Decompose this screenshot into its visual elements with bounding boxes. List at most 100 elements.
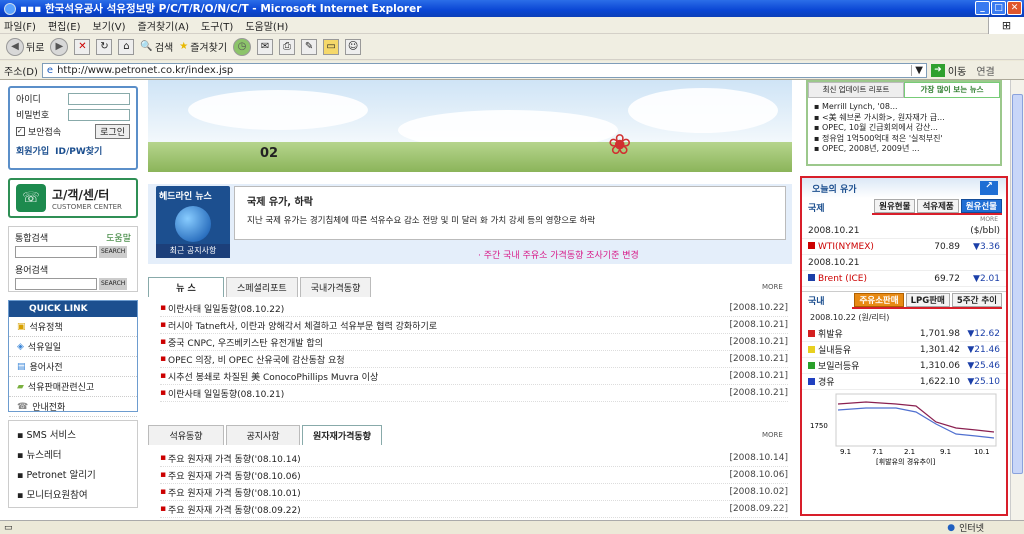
search-label-total: 통합검색 bbox=[15, 234, 49, 244]
dropdown-icon[interactable]: ▼ bbox=[911, 64, 926, 76]
tab-special-report[interactable]: 스페셜리포트 bbox=[226, 277, 298, 297]
headline-card[interactable]: 국제 유가, 하락 지난 국제 유가는 경기침체에 따른 석유수요 감소 전망 … bbox=[234, 186, 786, 240]
menu-bar: 파일(F) 편집(E) 보기(V) 즐겨찾기(A) 도구(T) 도움말(H) bbox=[0, 17, 1024, 34]
news-more-link[interactable]: MORE bbox=[762, 283, 783, 291]
stop-icon[interactable]: ✕ bbox=[74, 38, 91, 55]
list-item[interactable]: ▪ <美 쉐브론 가시화>, 원자재가 급... bbox=[814, 113, 994, 124]
menu-tools[interactable]: 도구(T) bbox=[201, 18, 233, 33]
favorites-button[interactable]: ★ 즐겨찾기 bbox=[179, 39, 227, 54]
history-icon[interactable]: ◷ bbox=[233, 37, 252, 56]
quick-item[interactable]: ☎ 안내전화 bbox=[9, 397, 137, 417]
vertical-scrollbar[interactable] bbox=[1010, 80, 1024, 520]
menu-help[interactable]: 도움말(H) bbox=[245, 18, 288, 33]
login-button[interactable]: 로그인 bbox=[95, 124, 130, 139]
find-id-link[interactable]: ID/PW찾기 bbox=[55, 144, 102, 157]
list-item[interactable]: ▪ 주요 원자재 가격 동향('08.10.14) [2008.10.14] bbox=[160, 450, 788, 467]
tab-raw-material[interactable]: 원자재가격동향 bbox=[302, 425, 382, 445]
print-icon[interactable]: ⎙ bbox=[279, 38, 296, 55]
swatch-diesel bbox=[808, 378, 815, 385]
search-button[interactable]: 🔍 검색 bbox=[140, 39, 173, 54]
service-link[interactable]: ▪ SMS 서비스 bbox=[17, 427, 129, 441]
list-item[interactable]: ▪ OPEC, 2008년, 2009년 ... bbox=[814, 144, 994, 155]
tab-news[interactable]: 뉴 스 bbox=[148, 277, 224, 297]
service-link[interactable]: ▪ 모니터요원참여 bbox=[17, 487, 129, 501]
list-item[interactable]: ▪ 이란사태 일일동향(08.10.22) [2008.10.22] bbox=[160, 300, 788, 317]
price-row[interactable]: WTI(NYMEX) 70.89 ▼3.36 bbox=[802, 239, 1006, 255]
list-item[interactable]: ▪ 주요 원자재 가격 동향('08.10.06) [2008.10.06] bbox=[160, 467, 788, 484]
links-button[interactable]: 연결 bbox=[976, 63, 994, 78]
address-input[interactable]: e http://www.petronet.co.kr/index.jsp ▼ bbox=[41, 62, 927, 78]
join-link[interactable]: 회원가입 bbox=[16, 144, 49, 157]
quick-item[interactable]: ▣ 석유정책 bbox=[9, 317, 137, 337]
customer-center-box[interactable]: ☏ 고/객/센/터 CUSTOMER CENTER bbox=[8, 178, 138, 218]
maximize-button[interactable]: □ bbox=[991, 1, 1006, 15]
menu-favorites[interactable]: 즐겨찾기(A) bbox=[138, 18, 189, 33]
quick-item[interactable]: ◈ 석유일일 bbox=[9, 337, 137, 357]
list-item[interactable]: ▪ OPEC, 10월 긴급회의에서 감산... bbox=[814, 123, 994, 134]
price-row[interactable]: 보일러등유 1,310.06 ▼25.46 bbox=[802, 358, 1006, 374]
price-row[interactable]: 경유 1,622.10 ▼25.10 bbox=[802, 374, 1006, 390]
quick-item[interactable]: ▤ 용어사전 bbox=[9, 357, 137, 377]
tab-products[interactable]: 석유제품 bbox=[917, 199, 959, 213]
service-link[interactable]: ▪ Petronet 알리기 bbox=[17, 467, 129, 481]
minimize-button[interactable]: _ bbox=[975, 1, 990, 15]
tab-notice[interactable]: 공지사항 bbox=[226, 425, 300, 445]
search-button[interactable]: SEARCH bbox=[99, 246, 128, 258]
list-item[interactable]: ▪ 정유업 1억500억대 적은 '실적부진' bbox=[814, 134, 994, 145]
refresh-icon[interactable]: ↻ bbox=[96, 38, 113, 55]
service-link[interactable]: ▪ 뉴스레터 bbox=[17, 447, 129, 461]
intl-more-link[interactable]: MORE bbox=[802, 216, 1006, 223]
home-icon[interactable]: ⌂ bbox=[118, 38, 135, 55]
list-item[interactable]: ▪ 주요 원자재 가격 동향('08.09.22) [2008.09.22] bbox=[160, 501, 788, 518]
secure-checkbox[interactable]: ✓ bbox=[16, 127, 25, 136]
list-item[interactable]: ▪ OPEC 의장, 비 OPEC 산유국에 감산동참 요청 [2008.10.21… bbox=[160, 351, 788, 368]
main-banner[interactable]: 02 ❀ bbox=[148, 80, 792, 172]
price-row[interactable]: 휘발유 1,701.98 ▼12.62 bbox=[802, 326, 1006, 342]
quick-item[interactable]: ▰ 석유판매관련신고 bbox=[9, 377, 137, 397]
list-item[interactable]: ▪ 러시아 Tatneft사, 이란과 양해각서 체결하고 석유부문 협력 강화하… bbox=[160, 317, 788, 334]
list-item[interactable]: ▪ 주요 원자재 가격 동향('08.10.01) [2008.10.02] bbox=[160, 484, 788, 501]
phone-small-icon: ☎ bbox=[17, 401, 29, 412]
tab-latest-report[interactable]: 최신 업데이트 리포트 bbox=[808, 82, 904, 98]
list-item[interactable]: ▪ Merrill Lynch, '08... bbox=[814, 102, 994, 113]
go-button[interactable]: 이동 bbox=[948, 63, 966, 78]
notice-button[interactable]: 최근 공지사항 bbox=[156, 244, 230, 258]
folder-icon[interactable]: ▭ bbox=[323, 38, 340, 55]
menu-file[interactable]: 파일(F) bbox=[4, 18, 36, 33]
tab-lpg[interactable]: LPG판매 bbox=[905, 292, 950, 307]
tab-gas-station[interactable]: 주유소판매 bbox=[854, 292, 904, 307]
quick-link-box: QUICK LINK ▣ 석유정책 ◈ 석유일일 ▤ 용어사전 ▰ 석유판매관련신고 ☎… bbox=[8, 300, 138, 417]
back-button[interactable]: ◀ 뒤로 bbox=[6, 37, 44, 56]
tab-crude-futures[interactable]: 원유선물 bbox=[960, 199, 1002, 213]
tab-5week[interactable]: 5주간 추이 bbox=[951, 292, 1002, 307]
forward-button[interactable]: ▶ bbox=[50, 37, 69, 56]
search-input[interactable] bbox=[15, 246, 97, 258]
term-search-button[interactable]: SEARCH bbox=[99, 278, 128, 290]
password-input[interactable] bbox=[68, 108, 130, 121]
messenger-icon[interactable]: ☺ bbox=[345, 38, 362, 55]
id-input[interactable] bbox=[68, 92, 130, 105]
menu-edit[interactable]: 편집(E) bbox=[48, 18, 81, 33]
scroll-thumb[interactable] bbox=[1012, 94, 1023, 474]
tab-oil-trend[interactable]: 석유동향 bbox=[148, 425, 224, 445]
tab-domestic-price[interactable]: 국내가격동향 bbox=[299, 277, 372, 297]
oil-more-link[interactable]: MORE bbox=[762, 431, 783, 439]
ticker-text[interactable]: · 주간 국내 주유소 가격동향 조사기준 변경 bbox=[478, 248, 639, 261]
tab-most-viewed[interactable]: 가장 많이 보는 뉴스 bbox=[904, 82, 1000, 98]
go-arrow-icon[interactable]: ➜ bbox=[930, 63, 945, 77]
mail-icon[interactable]: ✉ bbox=[257, 38, 274, 55]
chart-icon[interactable]: ↗ bbox=[980, 181, 998, 195]
window-title-bar: ▪▪▪ 한국석유공사 석유정보망 P/C/T/R/O/N/C/T - Micro… bbox=[0, 0, 1024, 17]
list-item[interactable]: ▪ 중국 CNPC, 우즈베키스탄 유전개발 합의 [2008.10.21] bbox=[160, 334, 788, 351]
list-item[interactable]: ▪ 이란사태 일일동향(08.10.21) [2008.10.21] bbox=[160, 385, 788, 402]
price-row[interactable]: 실내등유 1,301.42 ▼21.46 bbox=[802, 342, 1006, 358]
list-item[interactable]: ▪ 시추선 봉쇄로 차질된 美 ConocoPhillips Muvra 이상 [2… bbox=[160, 368, 788, 385]
tab-crude-spot[interactable]: 원유현물 bbox=[874, 199, 916, 213]
help-link[interactable]: 도움말 bbox=[106, 231, 131, 244]
close-button[interactable]: ✕ bbox=[1007, 1, 1022, 15]
term-search-input[interactable] bbox=[15, 278, 97, 290]
menu-view[interactable]: 보기(V) bbox=[93, 18, 126, 33]
toolbar: ◀ 뒤로 ▶ ✕ ↻ ⌂ 🔍 검색 ★ 즐겨찾기 ◷ ✉ ⎙ ✎ ▭ ☺ bbox=[0, 34, 1024, 60]
edit-icon[interactable]: ✎ bbox=[301, 38, 318, 55]
price-row[interactable]: Brent (ICE) 69.72 ▼2.01 bbox=[802, 271, 1006, 287]
